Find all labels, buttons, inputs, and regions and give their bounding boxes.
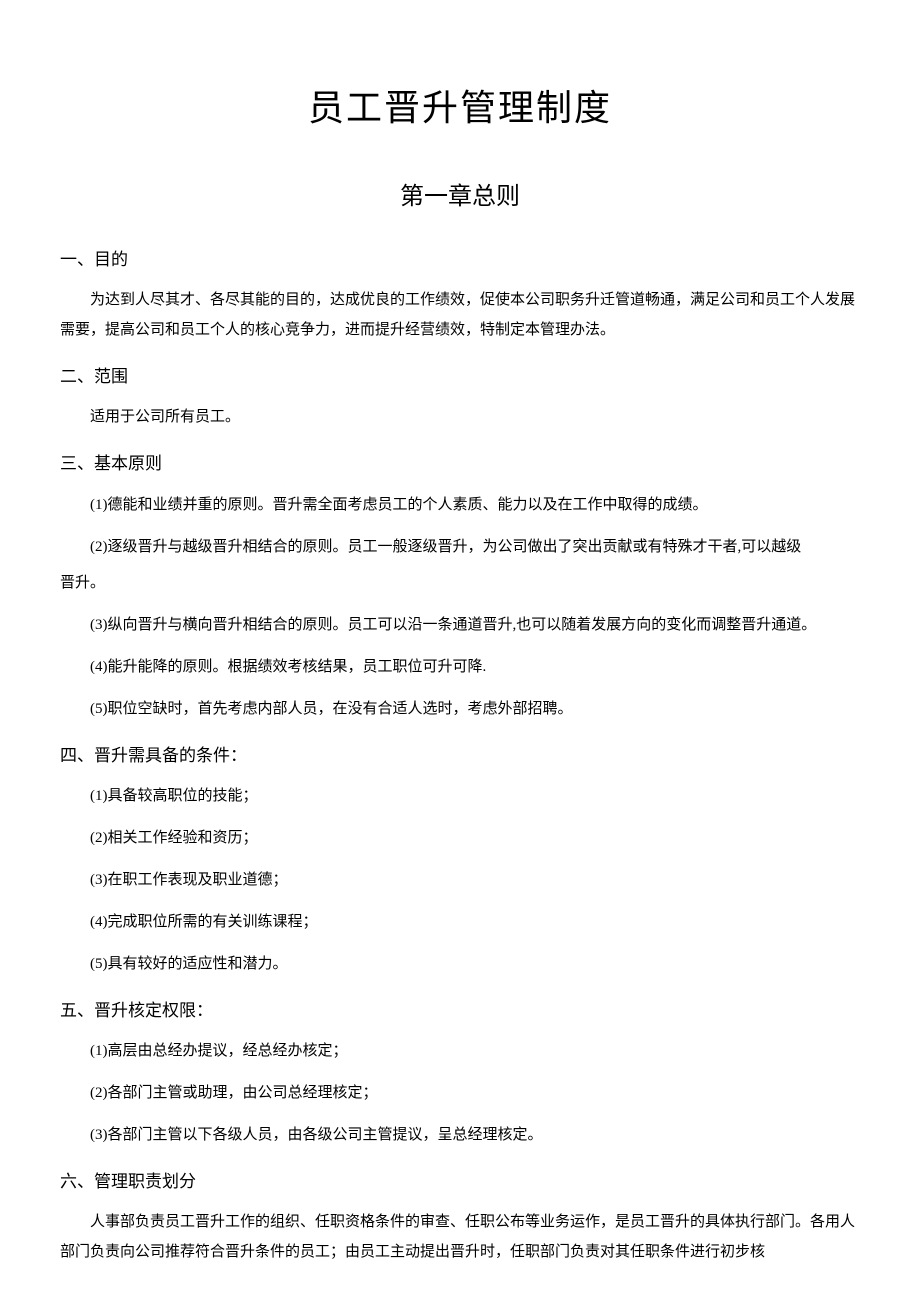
section-conditions: 四、晋升需具备的条件： (1)具备较高职位的技能； (2)相关工作经验和资历； … — [60, 742, 860, 979]
list-item: (5)职位空缺时，首先考虑内部人员，在没有合适人选时，考虑外部招聘。 — [60, 694, 860, 724]
list-item: (3)在职工作表现及职业道德； — [60, 865, 860, 895]
list-item: (4)完成职位所需的有关训练课程； — [60, 907, 860, 937]
body-paragraph: 人事部负责员工晋升工作的组织、任职资格条件的审查、任职公布等业务运作，是员工晋升… — [60, 1207, 860, 1267]
section-heading: 五、晋升核定权限： — [60, 997, 860, 1024]
chapter-title: 第一章总则 — [60, 178, 860, 216]
section-heading: 四、晋升需具备的条件： — [60, 742, 860, 769]
list-item: (1)德能和业绩并重的原则。晋升需全面考虑员工的个人素质、能力以及在工作中取得的… — [60, 490, 860, 520]
list-item: (3)各部门主管以下各级人员，由各级公司主管提议，呈总经理核定。 — [60, 1120, 860, 1150]
section-heading: 三、基本原则 — [60, 450, 860, 477]
list-item: (3)纵向晋升与横向晋升相结合的原则。员工可以沿一条通道晋升,也可以随着发展方向… — [60, 610, 860, 640]
body-paragraph: 适用于公司所有员工。 — [60, 402, 860, 432]
section-scope: 二、范围 适用于公司所有员工。 — [60, 363, 860, 432]
document-title: 员工晋升管理制度 — [60, 80, 860, 138]
list-item: (2)各部门主管或助理，由公司总经理核定； — [60, 1078, 860, 1108]
section-heading: 六、管理职责划分 — [60, 1168, 860, 1195]
section-purpose: 一、目的 为达到人尽其才、各尽其能的目的，达成优良的工作绩效，促使本公司职务升迁… — [60, 246, 860, 345]
section-principles: 三、基本原则 (1)德能和业绩并重的原则。晋升需全面考虑员工的个人素质、能力以及… — [60, 450, 860, 723]
list-item: (1)高层由总经办提议，经总经办核定； — [60, 1036, 860, 1066]
section-heading: 二、范围 — [60, 363, 860, 390]
list-item: (5)具有较好的适应性和潜力。 — [60, 949, 860, 979]
body-paragraph: 为达到人尽其才、各尽其能的目的，达成优良的工作绩效，促使本公司职务升迁管道畅通，… — [60, 285, 860, 345]
list-item: (2)相关工作经验和资历； — [60, 823, 860, 853]
list-item: (4)能升能降的原则。根据绩效考核结果，员工职位可升可降. — [60, 652, 860, 682]
section-heading: 一、目的 — [60, 246, 860, 273]
list-item: (1)具备较高职位的技能； — [60, 781, 860, 811]
section-responsibility: 六、管理职责划分 人事部负责员工晋升工作的组织、任职资格条件的审查、任职公布等业… — [60, 1168, 860, 1267]
list-item-continuation: 晋升。 — [60, 568, 860, 598]
section-authority: 五、晋升核定权限： (1)高层由总经办提议，经总经办核定； (2)各部门主管或助… — [60, 997, 860, 1150]
list-item: (2)逐级晋升与越级晋升相结合的原则。员工一般逐级晋升，为公司做出了突出贡献或有… — [60, 532, 860, 562]
